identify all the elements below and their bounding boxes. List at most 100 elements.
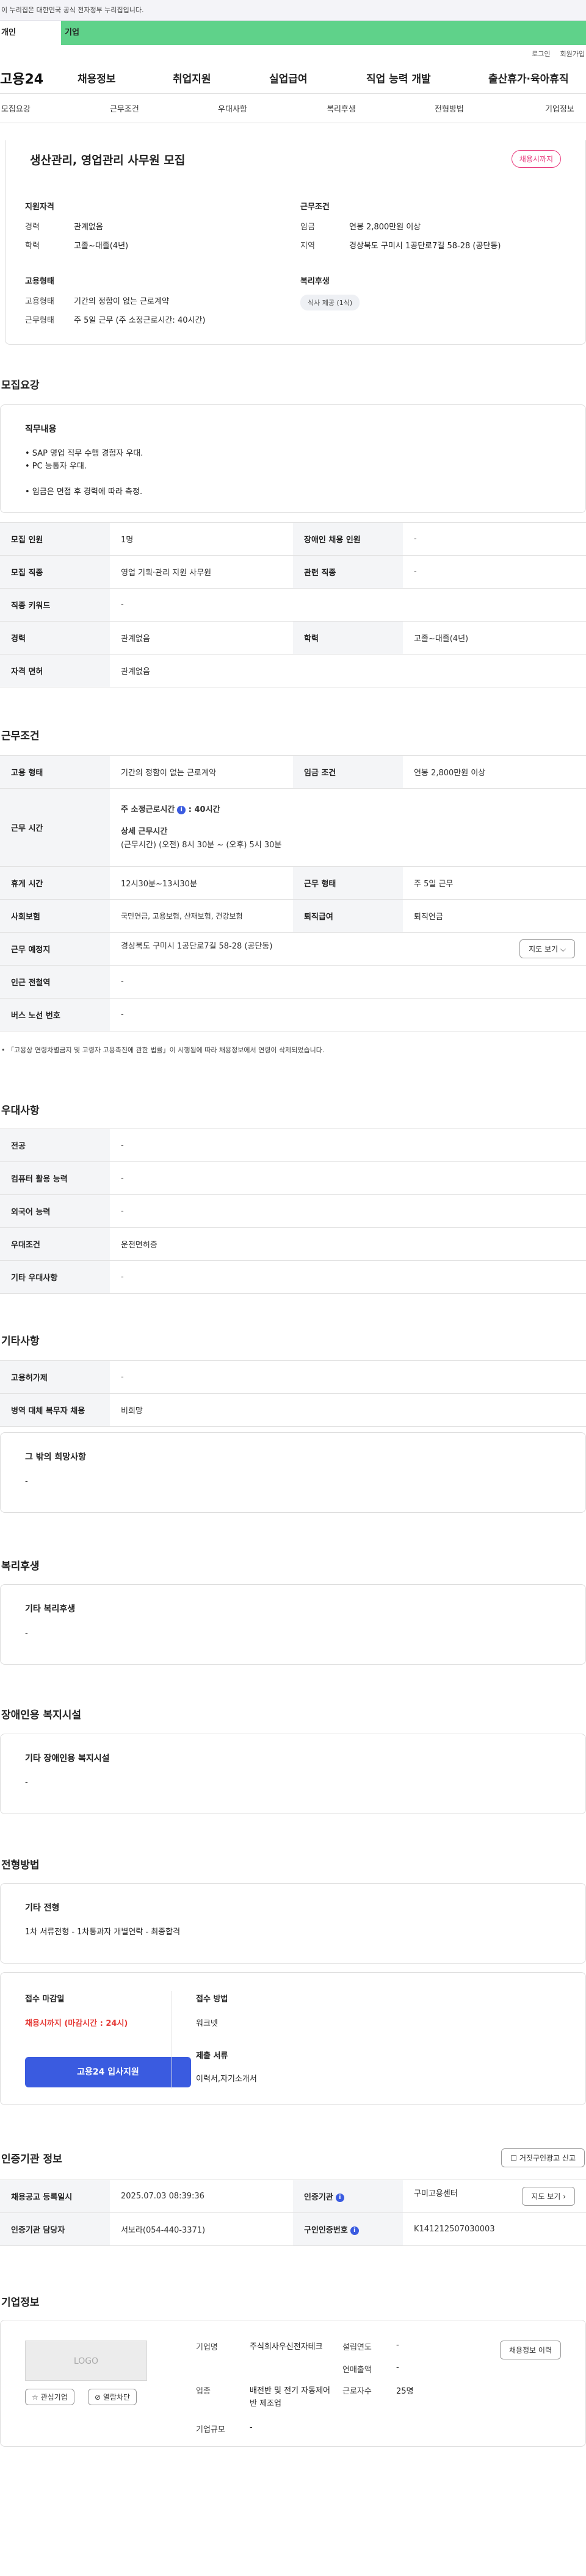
tab-conditions[interactable]: 근무조건 [110,102,139,114]
table-header-cell: 근무 예정지 [0,932,110,966]
tab-personal[interactable]: 개인 [0,21,61,45]
cert-map-button[interactable]: 지도 보기 › [522,2187,575,2206]
info-icon[interactable]: i [350,2226,359,2235]
gnb-item-training[interactable]: 직업 능력 개발 [366,70,431,85]
table-cell: 퇴직연금 [403,899,586,933]
job-summary-card: 생산관리, 영업관리 사무원 모집 채용시까지 지원자격 경력 관계없음 학력 고졸… [5,140,586,345]
site-logo[interactable]: 고용24 [0,68,76,88]
table-row: 인증기관 담당자 서보라(054-440-3371) 구인인증번호 i K1412125… [0,2212,586,2246]
login-link[interactable]: 로그인 [532,49,550,59]
industry-label: 업종 [196,2387,211,2396]
table-cell: - [110,588,586,622]
table-row: 모집 인원 1명 장애인 채용 인원 - [0,522,586,556]
etc-heading: 기타사항 [1,1335,40,1347]
table-header-cell: 직종 키워드 [0,588,110,622]
recruit-table: 모집 인원 1명 장애인 채용 인원 - 모집 직종 영업 기획·관리 지원 사무원 관련… [0,522,586,687]
table-cell: 관계없음 [110,621,293,655]
company-card: LOGO ☆ 관심기업 ⊘ 열람차단 채용정보 이력 기업명 주식회사우신전자테… [0,2320,586,2447]
work-type-value: 주 5일 근무 (주 소정근로시간: 40시간) [74,316,206,325]
block-button[interactable]: ⊘ 열람차단 [88,2389,137,2405]
table-row: 전공 - [0,1128,586,1162]
company-name-label: 기업명 [196,2343,218,2352]
table-header-cell: 근무 시간 [0,788,110,867]
preference-table: 전공 - 컴퓨터 활용 능력 - 외국어 능력 - 우대조건 운전면허증 기타 우대사항… [0,1128,586,1294]
favorite-label: 관심기업 [40,2393,68,2402]
table-header-cell: 임금 조건 [293,755,403,789]
table-row: 자격 면허 관계없음 [0,654,586,687]
table-header-cell: 우대조건 [0,1227,110,1261]
tab-preference[interactable]: 우대사항 [218,102,247,114]
employment-type-value: 기간의 정함이 없는 근로계약 [74,297,169,306]
other-wishes-title: 그 밖의 희망사항 [25,1452,86,1462]
info-icon[interactable]: i [177,805,186,814]
table-cell: - [110,998,586,1031]
map-button[interactable]: 지도 보기 ⌵ [519,939,575,958]
job-title: 생산관리, 영업관리 사무원 모집 [30,154,186,167]
employment-heading: 고용형태 [25,277,54,286]
info-icon[interactable]: i [335,2194,344,2202]
hours-main: 주 소정근로시간 [121,805,175,814]
report-button[interactable]: ☐ 거짓구인광고 신고 [501,2148,585,2167]
table-cell: 2025.07.03 08:39:36 [110,2180,293,2213]
table-header-cell: 고용 형태 [0,755,110,789]
table-row: 기타 우대사항 - [0,1260,586,1294]
preference-heading: 우대사항 [1,1105,40,1117]
gnb-item-jobs[interactable]: 채용정보 [78,70,116,85]
docs-title: 제출 서류 [196,2051,228,2061]
table-header-cell: 병역 대체 복무자 채용 [0,1393,110,1427]
gnb-item-leave[interactable]: 출산휴가·육아휴직 [488,70,569,85]
work-type-label: 근무형태 [25,316,54,325]
table-row: 외국어 능력 - [0,1194,586,1228]
table-header-cell: 채용공고 등록일시 [0,2180,110,2213]
table-row: 모집 직종 영업 기획·관리 지원 사무원 관련 직종 - [0,555,586,589]
favorite-button[interactable]: ☆ 관심기업 [25,2389,74,2405]
table-cell: - [110,1161,586,1195]
welfare-block: 복리후생 식사 제공 (1식) [300,274,557,310]
tab-screening[interactable]: 전형방법 [435,102,464,114]
disabled-heading: 장애인용 복지시설 [1,1709,82,1721]
history-button[interactable]: 채용정보 이력 [499,2341,561,2359]
table-cell: 관계없음 [110,654,586,687]
apply-button[interactable]: 고용24 입사지원 [25,2057,191,2087]
table-row: 근무 예정지 경상북도 구미시 1공단로7길 58-28 (공단동) 지도 보기 ⌵ [0,932,586,966]
table-cell: 영업 기획·관리 지원 사무원 [110,555,293,589]
table-cell: 기간의 정함이 없는 근로계약 [110,755,293,789]
table-row: 인근 전철역 - [0,965,586,999]
table-header-cell: 학력 [293,621,403,655]
tab-welfare[interactable]: 복리후생 [327,102,356,114]
tab-company[interactable]: 기업 [61,21,586,45]
table-row: 직종 키워드 - [0,588,586,622]
table-header-cell: 경력 [0,621,110,655]
table-cell: K141212507030003 [403,2212,586,2246]
place-cell: 경상북도 구미시 1공단로7길 58-28 (공단동) 지도 보기 ⌵ [110,932,586,966]
employment-type-label: 고용형태 [25,297,54,306]
sales-label: 연매출액 [342,2366,372,2375]
hours-value: : 40시간 [188,805,220,814]
company-heading: 기업정보 [1,2297,40,2309]
table-header-cell: 고용허가제 [0,1360,110,1394]
table-header-cell: 사회보험 [0,899,110,933]
sales-value: - [396,2363,399,2372]
gnb-item-benefits[interactable]: 실업급여 [269,70,308,85]
qualification-heading: 지원자격 [25,203,54,212]
employment-block: 고용형태 고용형태 기간의 정함이 없는 근로계약 근무형태 주 5일 근무 (주 … [25,274,281,332]
hours-detail: (근무시간) (오전) 8시 30분 ~ (오후) 5시 30분 [121,840,282,850]
tab-recruit[interactable]: 모집요강 [1,102,31,114]
report-button-label: 거짓구인광고 신고 [519,2154,576,2162]
cert-map-label: 지도 보기 [531,2192,561,2201]
tab-company[interactable]: 기업정보 [545,102,574,114]
signup-link[interactable]: 회원가입 [560,49,585,59]
work-heading: 근무조건 [1,730,40,742]
welfare-heading-main: 복리후생 [1,1560,40,1573]
duty-line: • PC 능통자 우대. [25,462,87,471]
deadline-badge: 채용시까지 [511,150,561,168]
table-cell: 12시30분~13시30분 [110,866,293,900]
duty-title: 직무내용 [25,425,57,434]
table-cell: 고졸~대졸(4년) [403,621,586,655]
disabled-box-value: - [25,1778,28,1787]
deadline-title: 접수 마감일 [25,1995,65,2004]
table-cell: 운전면허증 [110,1227,586,1261]
disabled-box-title: 기타 장애인용 복지시설 [25,1754,110,1763]
gnb-item-support[interactable]: 취업지원 [173,70,211,85]
etc-table: 고용허가제 - 병역 대체 복무자 채용 비희망 [0,1360,586,1427]
